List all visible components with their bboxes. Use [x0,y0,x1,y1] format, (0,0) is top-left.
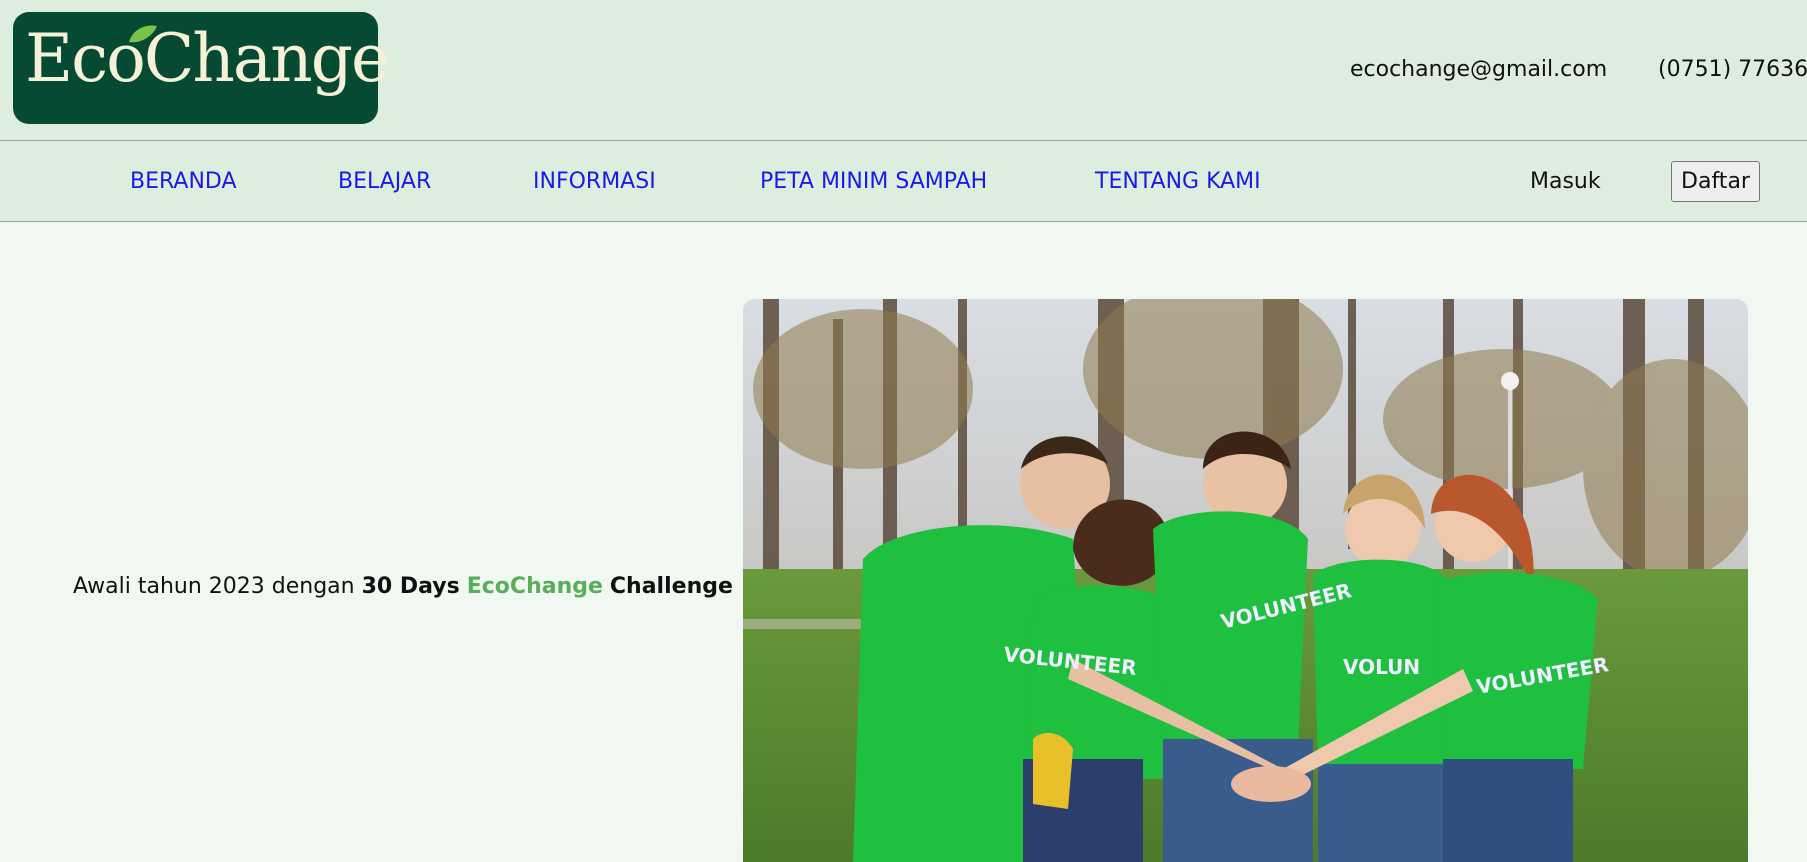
svg-text:VOLUN: VOLUN [1343,655,1420,679]
main-navigation: BERANDA BELAJAR INFORMASI PETA MINIM SAM… [0,141,1807,222]
nav-tentang-kami[interactable]: TENTANG KAMI [1095,169,1261,194]
hero-text-prefix: Awali tahun 2023 dengan [73,574,362,599]
nav-belajar[interactable]: BELAJAR [338,169,431,194]
hero-text-days: 30 Days [361,574,460,599]
hero-text-challenge: Challenge [609,574,733,599]
nav-informasi[interactable]: INFORMASI [533,169,656,194]
volunteers-photo: VOLUNTEER VOLUNTEER VOLUN VOLUNTEER [743,299,1748,862]
logo-text: EcoChange [25,20,390,97]
register-button[interactable]: Daftar [1671,161,1760,202]
contact-email: ecochange@gmail.com [1350,57,1608,82]
top-header: EcoChange ecochange@gmail.com (0751) 776… [0,0,1807,141]
nav-peta-minim-sampah[interactable]: PETA MINIM SAMPAH [760,169,987,194]
login-link[interactable]: Masuk [1530,169,1601,194]
ecochange-logo[interactable]: EcoChange [13,12,390,124]
contact-phone: (0751) 776360 [1658,57,1807,82]
hero-tagline: Awali tahun 2023 dengan 30 Days EcoChang… [73,574,733,599]
hero-text-brand: EcoChange [466,574,603,599]
nav-beranda[interactable]: BERANDA [130,169,237,194]
